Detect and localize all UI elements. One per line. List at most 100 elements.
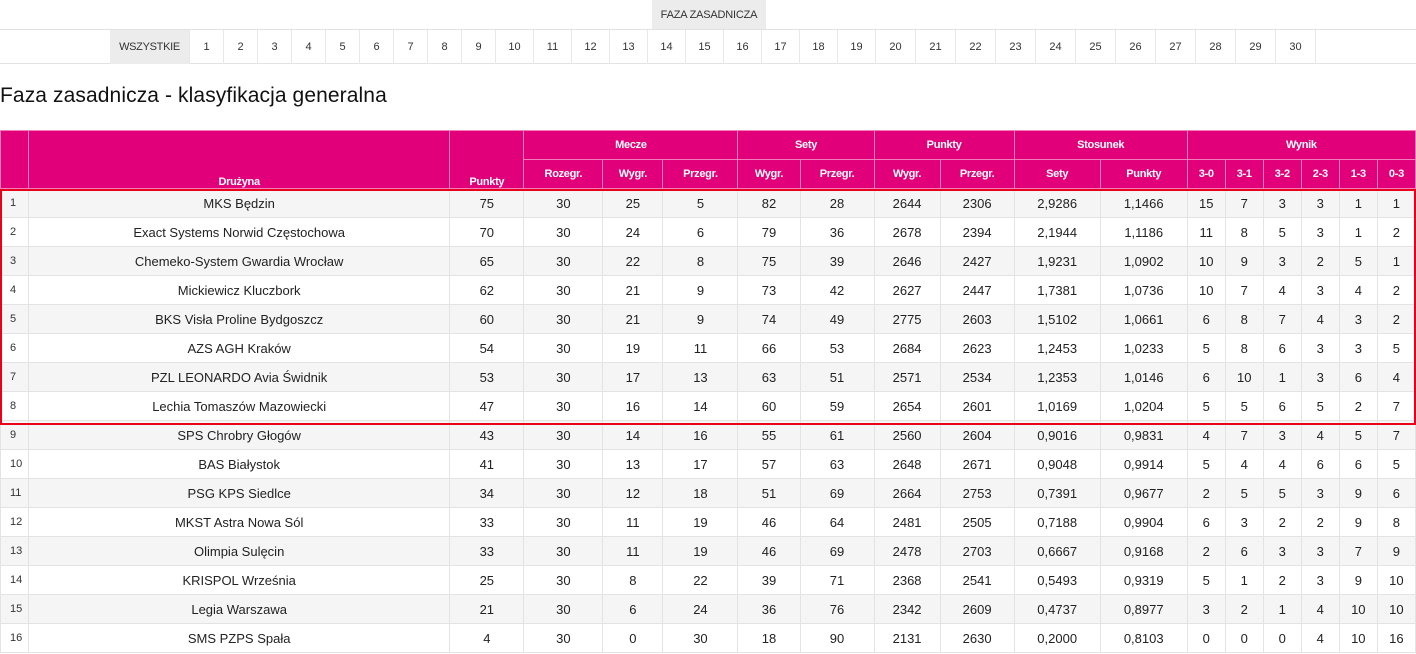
cell-result-3-2: 3 (1262, 246, 1302, 276)
cell-team-name[interactable]: AZS AGH Kraków (28, 333, 451, 363)
cell-team-name[interactable]: SPS Chrobry Głogów (28, 420, 451, 450)
round-tab-13[interactable]: 13 (610, 30, 648, 64)
table-row: 13 Olimpia Sulęcin 33 30 11 19 46 69 2478 2703 0,6… (0, 536, 1416, 566)
round-tab-26[interactable]: 26 (1116, 30, 1156, 64)
cell-sets-won: 79 (737, 217, 801, 247)
cell-team-name[interactable]: PZL LEONARDO Avia Świdnik (28, 362, 451, 392)
round-tab-19[interactable]: 19 (838, 30, 876, 64)
cell-sets-lost: 64 (799, 507, 875, 537)
round-tab-4[interactable]: 4 (292, 30, 326, 64)
col-header-result-3-2[interactable]: 3-2 (1262, 159, 1302, 189)
cell-team-name[interactable]: Exact Systems Norwid Częstochowa (28, 217, 451, 247)
col-header-points-won[interactable]: Wygr. (873, 159, 941, 189)
round-tab-3[interactable]: 3 (258, 30, 292, 64)
col-header-sets-won[interactable]: Wygr. (737, 159, 801, 189)
col-header-result-3-0[interactable]: 3-0 (1186, 159, 1226, 189)
cell-points-lost: 2603 (939, 304, 1015, 334)
round-tab-7[interactable]: 7 (394, 30, 428, 64)
cell-team-name[interactable]: MKS Będzin (28, 188, 451, 218)
cell-matches-played: 30 (523, 304, 604, 334)
col-header-team[interactable]: Drużyna (28, 130, 451, 189)
round-tab-20[interactable]: 20 (876, 30, 916, 64)
cell-points-lost: 2394 (939, 217, 1015, 247)
cell-team-name[interactable]: KRISPOL Września (28, 565, 451, 595)
cell-matches-lost: 24 (662, 594, 739, 624)
cell-team-name[interactable]: BKS Visła Proline Bydgoszcz (28, 304, 451, 334)
round-tab-15[interactable]: 15 (686, 30, 724, 64)
col-header-matches-played[interactable]: Rozegr. (523, 159, 604, 189)
col-header-ratio-sets[interactable]: Sety (1013, 159, 1101, 189)
round-tab-10[interactable]: 10 (496, 30, 534, 64)
col-header-result-0-3[interactable]: 0-3 (1376, 159, 1416, 189)
round-tab-12[interactable]: 12 (572, 30, 610, 64)
round-tab-6[interactable]: 6 (360, 30, 394, 64)
col-header-matches-won[interactable]: Wygr. (602, 159, 664, 189)
round-tab-25[interactable]: 25 (1076, 30, 1116, 64)
cell-result-3-1: 8 (1224, 333, 1264, 363)
cell-team-name[interactable]: MKST Astra Nowa Sól (28, 507, 451, 537)
cell-matches-played: 30 (523, 362, 604, 392)
round-tab-17[interactable]: 17 (762, 30, 800, 64)
round-tab-2[interactable]: 2 (224, 30, 258, 64)
table-row: 12 MKST Astra Nowa Sól 33 30 11 19 46 64 2481 250… (0, 507, 1416, 537)
cell-result-3-1: 7 (1224, 420, 1264, 450)
round-tab-9[interactable]: 9 (462, 30, 496, 64)
cell-points-lost: 2427 (939, 246, 1015, 276)
cell-matches-won: 11 (602, 536, 664, 566)
cell-team-name[interactable]: Chemeko-System Gwardia Wrocław (28, 246, 451, 276)
round-tab-all[interactable]: WSZYSTKIE (110, 30, 190, 64)
cell-position: 8 (0, 391, 30, 421)
col-header-result-2-3[interactable]: 2-3 (1300, 159, 1340, 189)
cell-result-2-3: 5 (1300, 391, 1340, 421)
cell-team-name[interactable]: Legia Warszawa (28, 594, 451, 624)
round-tab-21[interactable]: 21 (916, 30, 956, 64)
round-tab-28[interactable]: 28 (1196, 30, 1236, 64)
cell-sets-lost: 61 (799, 420, 875, 450)
cell-points: 53 (449, 362, 525, 392)
cell-result-3-0: 2 (1186, 478, 1226, 508)
cell-points: 75 (449, 188, 525, 218)
col-header-result-1-3[interactable]: 1-3 (1338, 159, 1378, 189)
col-header-sets-lost[interactable]: Przegr. (799, 159, 875, 189)
cell-points: 47 (449, 391, 525, 421)
round-tab-24[interactable]: 24 (1036, 30, 1076, 64)
cell-result-2-3: 4 (1300, 304, 1340, 334)
round-tab-16[interactable]: 16 (724, 30, 762, 64)
cell-points: 41 (449, 449, 525, 479)
cell-team-name[interactable]: SMS PZPS Spała (28, 623, 451, 653)
cell-sets-won: 60 (737, 391, 801, 421)
cell-team-name[interactable]: Lechia Tomaszów Mazowiecki (28, 391, 451, 421)
cell-points-lost: 2630 (939, 623, 1015, 653)
round-tab-30[interactable]: 30 (1276, 30, 1316, 64)
phase-tab-regular-season[interactable]: FAZA ZASADNICZA (652, 0, 766, 29)
cell-points-lost: 2604 (939, 420, 1015, 450)
round-tab-5[interactable]: 5 (326, 30, 360, 64)
round-tab-18[interactable]: 18 (800, 30, 838, 64)
round-tab-1[interactable]: 1 (190, 30, 224, 64)
cell-team-name[interactable]: Mickiewicz Kluczbork (28, 275, 451, 305)
cell-team-name[interactable]: Olimpia Sulęcin (28, 536, 451, 566)
cell-result-3-0: 11 (1186, 217, 1226, 247)
cell-points: 34 (449, 478, 525, 508)
col-header-ratio-points[interactable]: Punkty (1099, 159, 1188, 189)
cell-matches-lost: 18 (662, 478, 739, 508)
cell-team-name[interactable]: BAS Białystok (28, 449, 451, 479)
round-tab-27[interactable]: 27 (1156, 30, 1196, 64)
round-tab-29[interactable]: 29 (1236, 30, 1276, 64)
col-header-matches-lost[interactable]: Przegr. (662, 159, 739, 189)
cell-result-0-3: 16 (1376, 623, 1416, 653)
col-header-points-lost[interactable]: Przegr. (939, 159, 1015, 189)
col-header-points[interactable]: Punkty (449, 130, 525, 189)
round-tab-8[interactable]: 8 (428, 30, 462, 64)
round-tab-11[interactable]: 11 (534, 30, 572, 64)
round-tab-22[interactable]: 22 (956, 30, 996, 64)
cell-ratio-sets: 0,6667 (1013, 536, 1101, 566)
round-tab-23[interactable]: 23 (996, 30, 1036, 64)
cell-position: 2 (0, 217, 30, 247)
cell-points-won: 2627 (873, 275, 941, 305)
cell-sets-won: 75 (737, 246, 801, 276)
col-header-result-3-1[interactable]: 3-1 (1224, 159, 1264, 189)
round-tab-14[interactable]: 14 (648, 30, 686, 64)
cell-points: 70 (449, 217, 525, 247)
cell-team-name[interactable]: PSG KPS Siedlce (28, 478, 451, 508)
